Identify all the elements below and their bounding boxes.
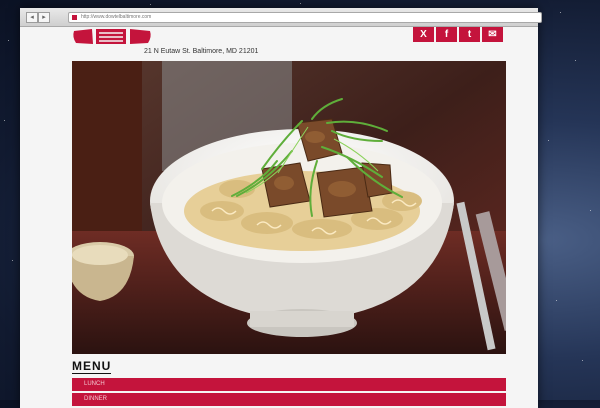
twitter-icon[interactable]: t xyxy=(459,27,480,42)
facebook-icon[interactable]: f xyxy=(436,27,457,42)
browser-window: ◂ ▸ http://www.dowtelbaltimore.com 21 N … xyxy=(20,8,542,408)
x-icon[interactable]: X xyxy=(413,27,434,42)
favicon-icon xyxy=(72,15,77,20)
restaurant-logo[interactable] xyxy=(72,28,152,46)
mail-icon[interactable]: ✉ xyxy=(482,27,503,42)
url-text: http://www.dowtelbaltimore.com xyxy=(81,14,152,20)
back-button[interactable]: ◂ xyxy=(26,12,38,23)
forward-icon: ▸ xyxy=(42,14,46,21)
menu-heading: MENU xyxy=(72,359,112,374)
back-icon: ◂ xyxy=(30,14,34,21)
web-page: 21 N Eutaw St. Baltimore, MD 21201 X f t… xyxy=(20,27,538,408)
forward-button[interactable]: ▸ xyxy=(38,12,50,23)
url-bar[interactable]: http://www.dowtelbaltimore.com xyxy=(68,12,542,23)
menu-item-label: LUNCH xyxy=(84,381,105,387)
browser-toolbar: ◂ ▸ http://www.dowtelbaltimore.com xyxy=(20,8,542,27)
social-links: X f t ✉ xyxy=(413,27,503,42)
menu-item-lunch[interactable]: LUNCH xyxy=(72,378,506,391)
restaurant-address: 21 N Eutaw St. Baltimore, MD 21201 xyxy=(144,48,259,55)
menu-item-label: DINNER xyxy=(84,396,108,402)
hero-food-image xyxy=(72,61,506,354)
